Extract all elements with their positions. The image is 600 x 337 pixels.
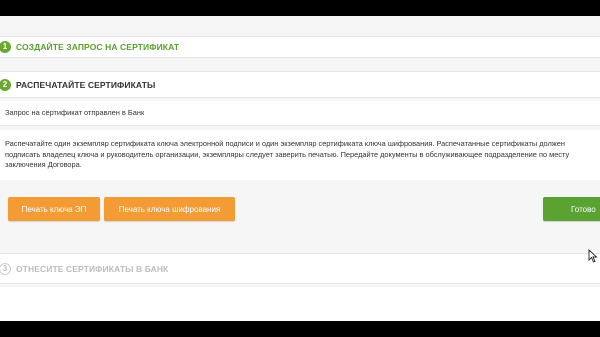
- certificate-wizard: 1 СОЗДАЙТЕ ЗАПРОС НА СЕРТИФИКАТ 2 РАСПЕЧ…: [0, 16, 600, 321]
- step-2-title: РАСПЕЧАТАЙТЕ СЕРТИФИКАТЫ: [16, 79, 156, 90]
- bottom-panel: [0, 287, 600, 321]
- done-button[interactable]: Готово: [543, 197, 600, 221]
- step-3-number: 3: [0, 262, 11, 275]
- print-signature-key-label: Печать ключа ЭП: [21, 204, 87, 214]
- status-message-row: Запрос на сертификат отправлен в Банк: [0, 101, 600, 126]
- print-encryption-key-label: Печать ключа шифрования: [118, 204, 221, 214]
- step-3-header: 3 ОТНЕСИТЕ СЕРТИФИКАТЫ В БАНК: [0, 253, 600, 284]
- print-encryption-key-button[interactable]: Печать ключа шифрования: [104, 197, 235, 221]
- print-signature-key-button[interactable]: Печать ключа ЭП: [8, 197, 100, 221]
- step-1-header[interactable]: 1 СОЗДАЙТЕ ЗАПРОС НА СЕРТИФИКАТ: [0, 36, 600, 58]
- instructions-text: Распечатайте один экземпляр сертификата …: [5, 139, 570, 169]
- instructions-block: Распечатайте один экземпляр сертификата …: [0, 130, 600, 180]
- mouse-cursor-icon: [588, 249, 598, 263]
- step-1-title: СОЗДАЙТЕ ЗАПРОС НА СЕРТИФИКАТ: [16, 42, 180, 52]
- done-label: Готово: [571, 204, 596, 214]
- step-2-header: 2 РАСПЕЧАТАЙТЕ СЕРТИФИКАТЫ: [0, 71, 600, 98]
- step-2-number: 2: [0, 78, 11, 91]
- step-1-number: 1: [0, 41, 11, 53]
- step-3-title: ОТНЕСИТЕ СЕРТИФИКАТЫ В БАНК: [16, 263, 169, 274]
- status-message: Запрос на сертификат отправлен в Банк: [5, 108, 145, 117]
